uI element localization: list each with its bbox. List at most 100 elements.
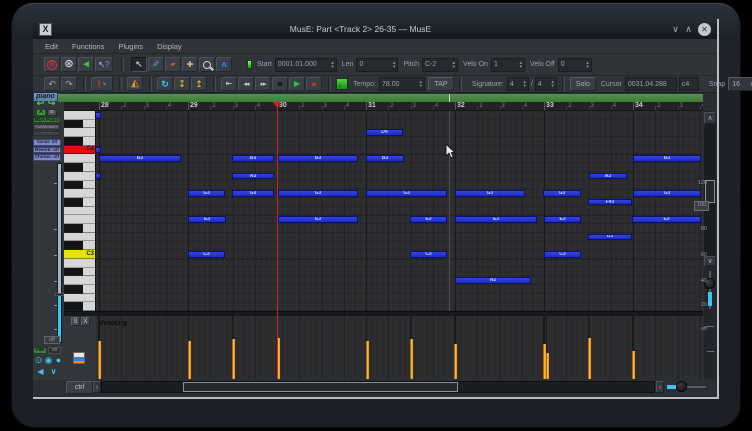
note-canvas[interactable]: B3G3E3C3B3A3G3B3G3E3D4B3G3E3C3G3E3A2G3E3… [96,111,703,311]
port-name-button[interactable]: <unknown> [33,124,60,130]
stop-safety-button[interactable]: S [44,57,60,72]
eraser-tool-button[interactable]: ▰ [165,57,181,72]
piano-key-g2[interactable] [64,294,96,303]
alert-dropdown-button[interactable]: !∨ [91,77,113,91]
jump-right-button[interactable]: ↪ [46,99,57,108]
menu-item-functions[interactable]: Functions [72,42,105,51]
tempo-master-icon[interactable]: ♩ [336,78,348,90]
piano-key-fs2[interactable] [64,302,96,311]
midi-note-d4[interactable]: D4 [366,129,403,136]
undo-button[interactable]: ↶ [44,77,60,91]
piano-key-e4[interactable] [64,111,96,120]
draw-tool-button[interactable]: ᴧ [216,57,232,72]
midi-note-b3[interactable]: B3 [366,155,404,162]
power-icon[interactable]: ⊙ [34,356,43,365]
piano-key-f3[interactable] [64,207,96,216]
ctrl-select-button[interactable]: S [71,317,80,326]
piano-key-a3[interactable] [64,172,96,181]
pointer-tool-button[interactable]: ↖ [131,57,147,72]
chorus-send-button[interactable]: Chorus: off [33,154,61,161]
snap-combo[interactable]: 16∨ [728,77,752,91]
forward-button[interactable]: ▸▸ [255,77,271,91]
velocity-bar[interactable] [366,341,369,379]
rewind-start-button[interactable]: ⇤ [221,77,237,91]
monitor-icon[interactable]: ◀ [36,367,45,376]
velocity-bar[interactable] [188,341,191,379]
midi-note-g3[interactable]: G3 [188,190,225,197]
spinner-arrows-icon[interactable]: ▴▾ [523,80,526,88]
bank-a-button[interactable]: A [36,109,46,116]
spinner-arrows-icon[interactable]: ▴▾ [453,61,456,69]
velocity-lane[interactable]: Velocity [96,316,703,379]
midi-note-a2[interactable]: A2 [455,277,531,284]
signature-denominator-spinbox[interactable]: 4▴▾ [535,77,557,91]
velocity-bar[interactable] [98,341,101,379]
velocity-bar[interactable] [632,351,635,379]
velocity-bar[interactable] [410,339,413,379]
pan-tool-button[interactable]: ✚ [182,57,198,72]
whatsthis-button[interactable]: ↖? [95,57,113,72]
knob-icon[interactable]: ◉ [44,356,53,365]
spinner-arrows-icon[interactable]: ▴▾ [519,61,522,69]
start-spinbox[interactable]: 0001.01.000▴▾ [275,58,337,72]
zoom-tool-button[interactable] [199,57,215,72]
metronome-click-button[interactable]: ◭ [127,77,143,91]
midi-note-fs3[interactable]: F#3 [588,199,632,206]
menu-item-edit[interactable]: Edit [45,42,58,51]
pencil-tool-button[interactable]: ✎ [148,57,164,72]
midi-note-b3[interactable]: B3 [232,155,274,162]
signature-numerator-spinbox[interactable]: 4▴▾ [507,77,529,91]
tempo-spinbox[interactable]: 78.00▴▾ [379,77,425,91]
midi-note-g3[interactable]: G3 [366,190,447,197]
midi-note-b3[interactable]: B3 [99,155,181,162]
piano-key-b3[interactable] [64,154,96,163]
midi-note-e3[interactable]: E3 [188,216,226,223]
midi-note-g3[interactable]: G3 [543,190,581,197]
midi-note-g3[interactable]: G3 [633,190,701,197]
variation-send-button[interactable]: Variat: off [33,139,61,146]
spinner-arrows-icon[interactable]: ▴▾ [393,61,396,69]
piano-key-a2[interactable] [64,276,96,285]
spinner-arrows-icon[interactable]: ▴▾ [586,61,589,69]
timeline-ruler[interactable]: 28234292343023431234322343323434234 [64,102,703,111]
ctrl-close-button[interactable]: X [81,317,90,326]
close-icon[interactable]: ✕ [698,23,711,36]
titlebar[interactable]: X MusE: Part <Track 2> 26-35 — MusE ∨ ∧ … [33,19,717,39]
metronome-toggle-button[interactable]: ◄ [78,57,94,72]
midi-note-g3[interactable]: G3 [455,190,525,197]
hzoom-slider-knob[interactable] [676,381,687,392]
menu-item-plugins[interactable]: Plugins [118,42,143,51]
midi-note-e3[interactable]: E3 [410,216,447,223]
tap-button[interactable]: TAP [428,77,454,91]
jump-left-button[interactable]: ↩ [35,99,46,108]
velocity-bar[interactable] [588,338,591,379]
len-spinbox[interactable]: 0▴▾ [356,58,398,72]
midi-note-e4[interactable] [96,112,101,119]
piano-key-c3[interactable]: C3 [64,250,96,259]
midi-note-a3[interactable] [96,173,101,180]
pitch-spinbox[interactable]: C-2▴▾ [422,58,458,72]
velocity-bar[interactable] [232,339,235,379]
stop-button[interactable]: ■ [272,77,288,91]
midi-note-c3[interactable]: C3 [188,251,225,258]
piano-key-gs3[interactable] [64,181,96,190]
punch-in-button[interactable]: ↧ [174,77,190,91]
piano-key-cs4[interactable] [64,137,96,146]
spinner-arrows-icon[interactable]: ▴▾ [331,61,334,69]
menu-item-display[interactable]: Display [157,42,182,51]
pan-value-box[interactable]: off [48,347,61,354]
piano-key-cs3[interactable] [64,241,96,250]
piano-key-d3[interactable] [64,233,96,242]
velocity-bar[interactable] [546,353,549,379]
loop-button[interactable]: ↻ [157,77,173,91]
patch-name-button[interactable]: MDA Piano [33,117,60,123]
midi-note-g3[interactable]: G3 [232,190,274,197]
piano-key-b2[interactable] [64,259,96,268]
piano-key-g3[interactable] [64,189,96,198]
velo-on-spinbox[interactable]: 1▴▾ [491,58,525,72]
midi-note-d3[interactable]: D3 [588,234,632,241]
midi-note-e3[interactable]: E3 [632,216,701,223]
midi-note-a3[interactable]: A3 [589,173,627,180]
check-icon[interactable]: ∨ [49,367,58,376]
piano-keyboard[interactable]: C4C3 [64,111,96,311]
